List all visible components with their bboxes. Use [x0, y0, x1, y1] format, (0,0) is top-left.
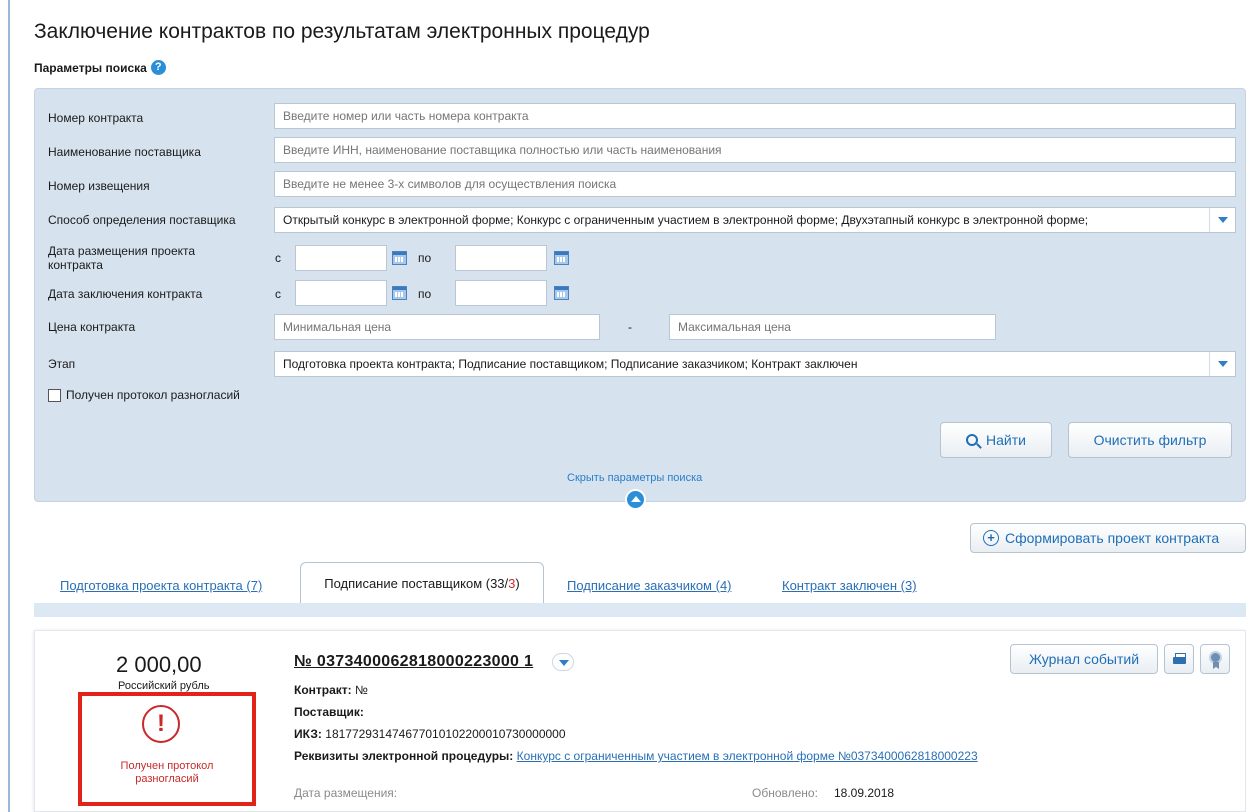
chevron-down-icon[interactable] [1209, 352, 1235, 376]
supplier-method-value: Открытый конкурс в электронной форме; Ко… [283, 213, 1089, 227]
tab-supplier-signing[interactable]: Подписание поставщиком (33/3) [300, 562, 544, 604]
updated-label: Обновлено: [752, 786, 818, 800]
min-price-input[interactable] [274, 314, 600, 340]
supplier-name-input[interactable] [274, 137, 1236, 163]
plus-icon: + [983, 530, 999, 546]
window-edge [8, 0, 10, 812]
calendar-icon[interactable] [392, 286, 407, 300]
search-params-heading: Параметры поиска ? [34, 60, 166, 75]
contract-price: 2 000,00 [116, 652, 202, 677]
supplier-line-label: Поставщик: [294, 705, 364, 719]
contract-line-value: № [355, 683, 368, 697]
draft-date-from-label: с [275, 251, 281, 265]
find-button[interactable]: Найти [940, 422, 1052, 458]
draft-date-label: Дата размещения проекта контракта [48, 244, 196, 272]
ikz-line-value: 181772931474677010102200010730000000 [325, 727, 566, 741]
contract-number-input[interactable] [274, 103, 1236, 129]
form-contract-draft-label: Сформировать проект контракта [1005, 530, 1220, 546]
conclusion-date-from-label: с [275, 287, 281, 301]
calendar-icon[interactable] [554, 286, 569, 300]
notice-number-label: Номер извещения [48, 179, 150, 193]
event-journal-button[interactable]: Журнал событий [1010, 644, 1158, 674]
clear-filter-button[interactable]: Очистить фильтр [1068, 422, 1232, 458]
page-title: Заключение контрактов по результатам эле… [34, 20, 650, 43]
calendar-icon[interactable] [392, 251, 407, 265]
form-contract-draft-button[interactable]: + Сформировать проект контракта [970, 523, 1246, 553]
certificate-button[interactable] [1200, 644, 1230, 674]
find-button-label: Найти [986, 432, 1026, 448]
tab-customer-signing[interactable]: Подписание заказчиком (4) [567, 578, 732, 593]
print-button[interactable] [1164, 644, 1194, 674]
draft-date-to-label: по [418, 251, 432, 265]
conclusion-date-to-label: по [418, 287, 432, 301]
hide-search-params-link[interactable]: Скрыть параметры поиска [567, 472, 702, 484]
placement-date-label: Дата размещения: [294, 786, 398, 800]
max-price-input[interactable] [669, 314, 996, 340]
stage-label: Этап [48, 357, 76, 371]
contract-number-link[interactable]: № 0373400062818000223000 1 [294, 653, 533, 671]
chevron-down-icon[interactable] [1209, 208, 1235, 232]
ikz-line: ИКЗ: 18177293147467701010220001073000000… [294, 727, 566, 741]
search-params-heading-label: Параметры поиска [34, 60, 147, 75]
contract-currency: Российский рубль [118, 680, 210, 692]
conclusion-date-label: Дата заключения контракта [48, 287, 203, 301]
exclamation-icon: ! [142, 705, 180, 743]
ikz-line-label: ИКЗ: [294, 727, 322, 741]
tab-contract-concluded[interactable]: Контракт заключен (3) [782, 578, 917, 593]
search-panel: Номер контракта Наименование поставщика … [34, 88, 1246, 510]
help-icon[interactable]: ? [150, 60, 166, 75]
procedure-line-label: Реквизиты электронной процедуры: [294, 749, 514, 763]
draft-date-to-input[interactable] [455, 245, 547, 271]
tab-draft-preparation[interactable]: Подготовка проекта контракта (7) [60, 578, 262, 593]
disagreement-checkbox-label[interactable]: Получен протокол разногласий [66, 388, 240, 402]
chevron-down-icon[interactable] [552, 653, 574, 671]
conclusion-date-from-input[interactable] [295, 280, 387, 306]
supplier-method-select[interactable]: Открытый конкурс в электронной форме; Ко… [274, 207, 1236, 233]
stage-select[interactable]: Подготовка проекта контракта; Подписание… [274, 351, 1236, 377]
supplier-name-label: Наименование поставщика [48, 145, 201, 159]
procedure-link[interactable]: Конкурс с ограниченным участием в электр… [517, 749, 978, 763]
seal-icon [1209, 651, 1222, 664]
supplier-line: Поставщик: [294, 705, 364, 719]
tab-strip [34, 603, 1246, 617]
tab-supplier-signing-suffix: ) [515, 576, 520, 591]
conclusion-date-to-input[interactable] [455, 280, 547, 306]
contract-line-label: Контракт: [294, 683, 352, 697]
updated-value: 18.09.2018 [834, 786, 895, 800]
price-separator: - [628, 320, 632, 334]
contract-number-label: Номер контракта [48, 111, 144, 125]
procedure-line: Реквизиты электронной процедуры: Конкурс… [294, 749, 978, 763]
stage-value: Подготовка проекта контракта; Подписание… [283, 357, 858, 371]
search-icon [966, 434, 979, 446]
collapse-up-icon[interactable] [625, 489, 646, 510]
contract-line: Контракт: № [294, 683, 368, 697]
calendar-icon[interactable] [554, 251, 569, 265]
price-label: Цена контракта [48, 320, 136, 334]
tab-supplier-signing-label: Подписание поставщиком (33/ [324, 576, 509, 591]
disagreement-warning-text: Получен протокол разногласий [120, 760, 214, 785]
draft-date-from-input[interactable] [295, 245, 387, 271]
notice-number-input[interactable] [274, 171, 1236, 197]
disagreement-checkbox[interactable] [48, 389, 61, 402]
supplier-method-label: Способ определения поставщика [48, 213, 236, 227]
tab-supplier-signing-highlight: 3 [508, 576, 516, 591]
print-icon [1173, 653, 1186, 665]
